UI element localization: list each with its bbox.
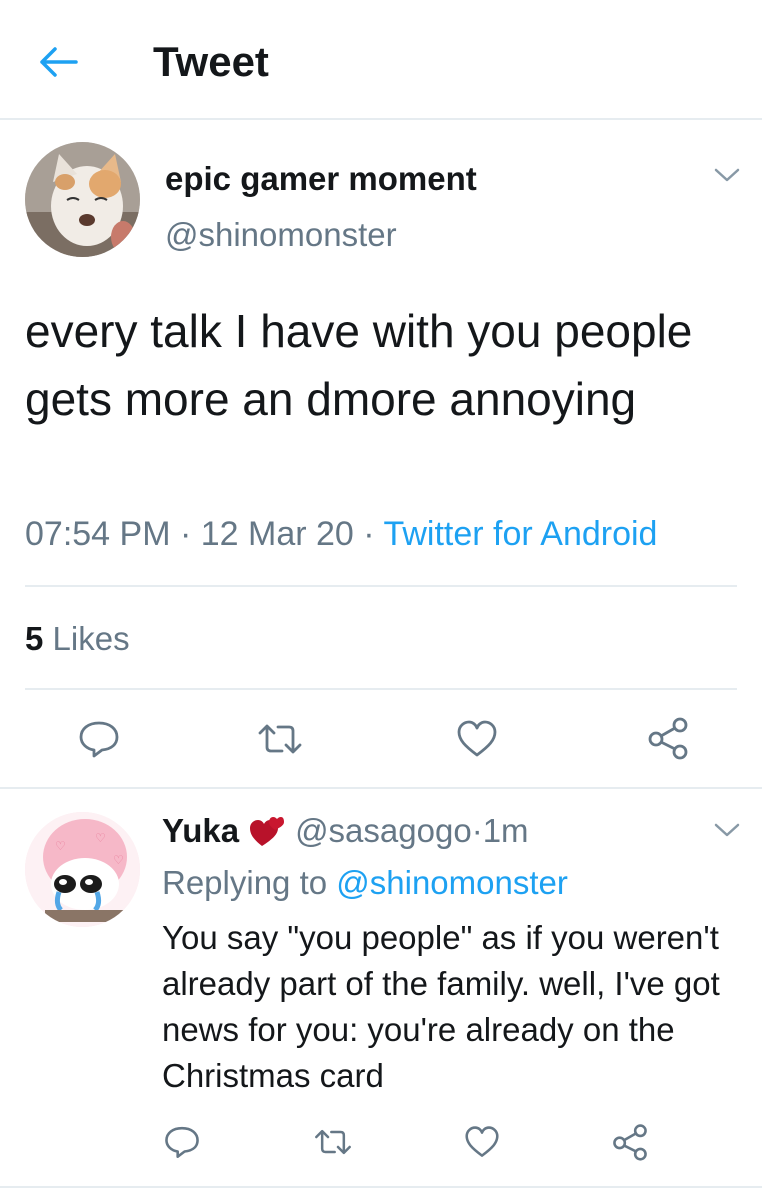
reply-share-button[interactable]	[608, 1120, 652, 1164]
page-title: Tweet	[153, 38, 269, 85]
likes-label: Likes	[52, 620, 130, 657]
reply-time: 1m	[482, 812, 529, 849]
tweet-time: 07:54 PM	[25, 515, 171, 553]
author-display-name[interactable]: epic gamer moment	[165, 160, 477, 198]
chevron-down-icon	[714, 823, 740, 837]
reply-options-button[interactable]	[712, 820, 742, 840]
tweet-options-button[interactable]	[712, 165, 742, 185]
tweet-text: every talk I have with you people gets m…	[25, 305, 693, 425]
top-bar: Tweet	[0, 0, 762, 120]
replying-prefix: Replying to	[162, 864, 337, 901]
svg-text:♡: ♡	[55, 839, 66, 853]
arrow-left-icon	[40, 47, 78, 77]
svg-text:♡: ♡	[95, 831, 106, 845]
melody-avatar-image: ♡ ♡ ♡	[25, 812, 140, 927]
divider	[25, 585, 737, 587]
back-button[interactable]	[34, 38, 82, 86]
share-icon	[613, 1124, 647, 1161]
heart-icon	[465, 1126, 499, 1157]
share-icon	[648, 717, 688, 760]
reply-button[interactable]	[74, 717, 124, 761]
comment-icon	[79, 721, 119, 758]
share-button[interactable]	[643, 714, 693, 762]
reply-header: Yuka @sasagogo · 1m	[162, 812, 529, 850]
two-hearts-emoji-icon	[249, 814, 285, 848]
replying-to-mention[interactable]: @shinomonster	[336, 864, 568, 901]
reply-separator: ·	[471, 812, 483, 849]
divider	[0, 787, 762, 789]
likes-count-link[interactable]: 5 Likes	[25, 620, 130, 658]
reply-avatar[interactable]: ♡ ♡ ♡	[25, 812, 140, 927]
tweet-date: 12 Mar 20	[200, 515, 354, 553]
meta-separator: ·	[353, 515, 384, 553]
reply-like-button[interactable]	[460, 1122, 504, 1162]
reply-retweet-button[interactable]	[311, 1122, 355, 1162]
author-handle[interactable]: @shinomonster	[165, 216, 397, 254]
avatar[interactable]	[25, 142, 140, 257]
replying-to: Replying to @shinomonster	[162, 864, 568, 902]
tweet-meta: 07:54 PM · 12 Mar 20 · Twitter for Andro…	[25, 515, 657, 554]
retweet-button[interactable]	[255, 717, 305, 761]
svg-text:♡: ♡	[113, 853, 124, 867]
divider	[25, 688, 737, 690]
heart-icon	[457, 720, 497, 757]
reply-handle[interactable]: @sasagogo	[295, 812, 472, 850]
chevron-down-icon	[714, 168, 740, 182]
likes-count: 5	[25, 620, 44, 657]
cat-avatar-image	[25, 142, 140, 257]
reply-display-name[interactable]: Yuka	[162, 812, 239, 850]
tweet-source-link[interactable]: Twitter for Android	[383, 515, 657, 553]
retweet-icon	[315, 1129, 351, 1155]
comment-icon	[165, 1126, 199, 1158]
reply-text: You say "you people" as if you weren't a…	[162, 919, 720, 1094]
meta-separator: ·	[170, 515, 201, 553]
divider	[0, 1186, 762, 1188]
reply-reply-button[interactable]	[160, 1122, 204, 1162]
retweet-icon	[258, 724, 302, 754]
like-button[interactable]	[452, 717, 502, 761]
